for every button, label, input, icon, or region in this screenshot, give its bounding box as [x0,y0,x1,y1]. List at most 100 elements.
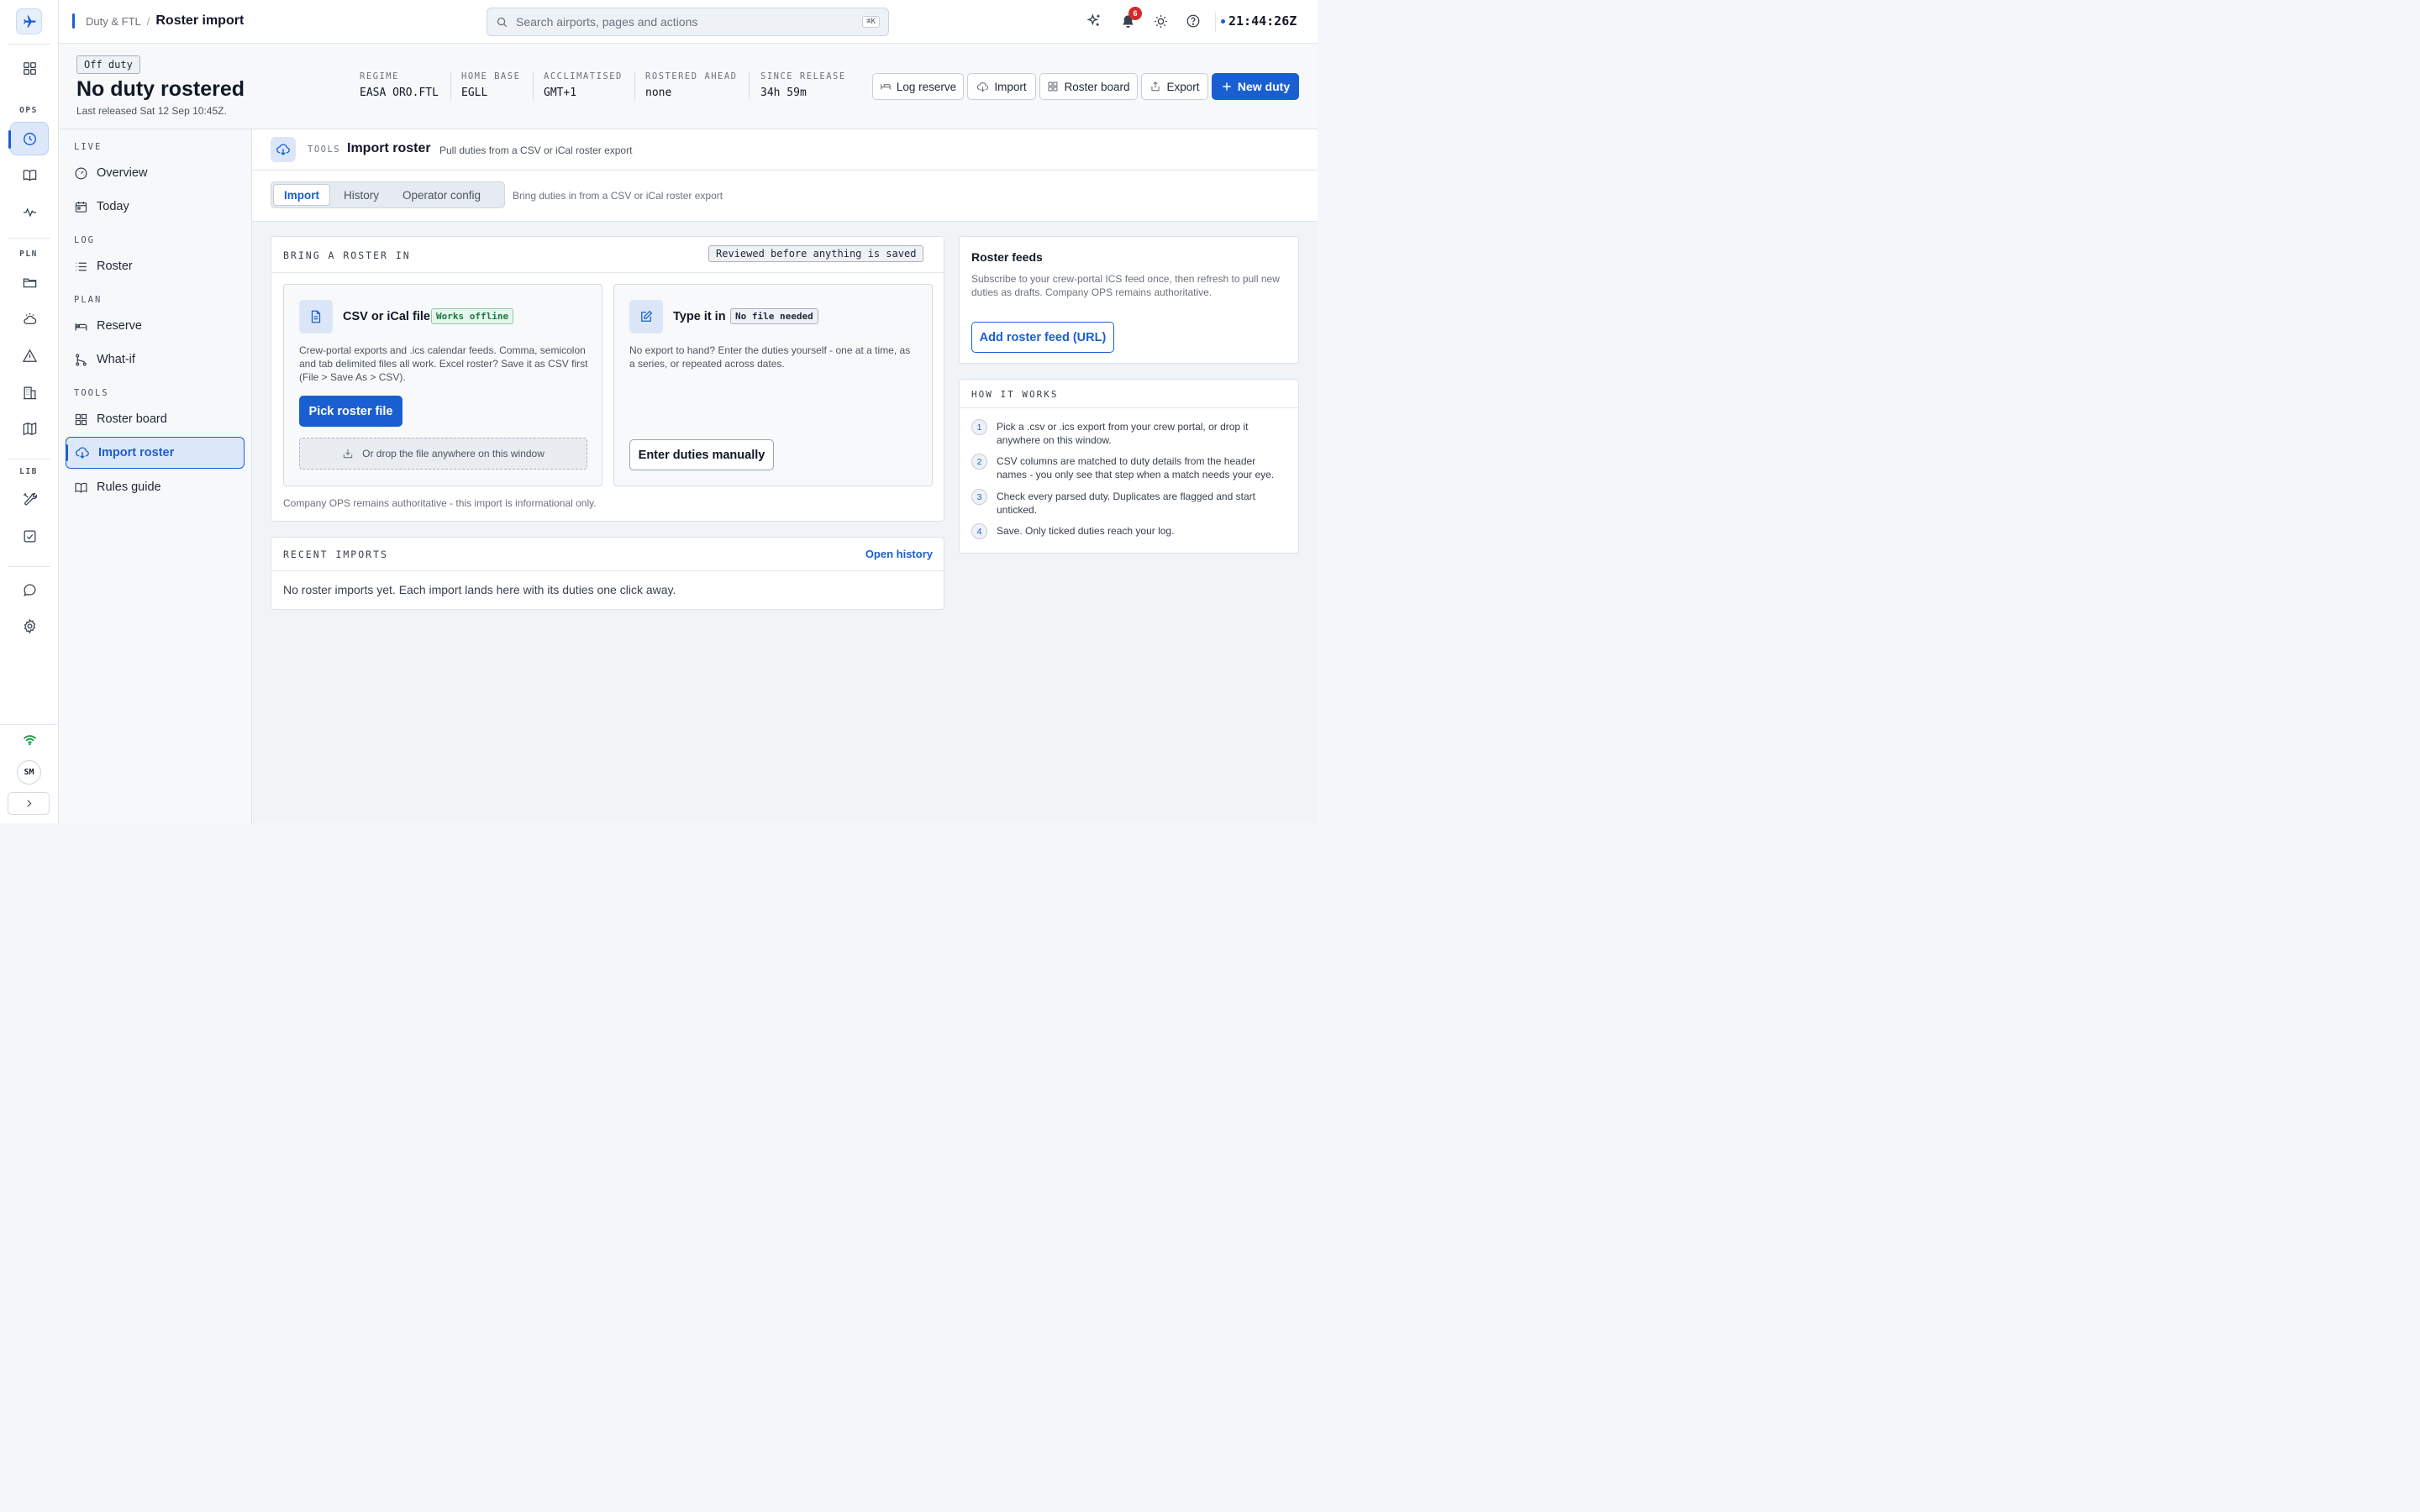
nav-item-rules-guide[interactable]: Rules guide [66,471,245,503]
download-tray-icon [342,448,354,459]
nav-item-label: Roster board [97,412,167,426]
pick-roster-file-button[interactable]: Pick roster file [299,396,402,427]
metric-value: 34h 59m [760,87,807,99]
sparkle-icon[interactable] [1085,12,1103,30]
gauge-icon [74,166,88,181]
metric-value: none [645,87,672,99]
search-input[interactable]: Search airports, pages and actions ⌘K [487,8,889,36]
card-heading: RECENT IMPORTS [283,549,388,560]
gear-icon[interactable] [10,609,49,643]
wifi-icon [10,722,49,756]
last-released-text: Last released Sat 12 Sep 10:45Z. [76,105,227,117]
nav-item-roster-board[interactable]: Roster board [66,403,245,435]
import-button[interactable]: Import [967,73,1036,100]
sun-icon[interactable] [1151,12,1170,30]
bed-icon [880,81,892,92]
branch-icon [74,353,88,367]
card-header: RECENT IMPORTS Open history [271,538,944,571]
upload-icon [1150,81,1161,92]
rail-divider [8,566,50,567]
activity-icon[interactable] [10,195,49,228]
enter-duties-manually-button[interactable]: Enter duties manually [629,439,774,470]
metric-value: GMT+1 [544,87,577,99]
book-icon [74,480,88,495]
cloud-download-icon [976,81,989,93]
page-heading: Import roster [347,141,431,155]
nav-item-label: Overview [97,166,148,180]
breadcrumb-current: Roster import [155,13,245,28]
review-tag: Reviewed before anything is saved [708,245,924,262]
search-shortcut: ⌘K [862,16,880,28]
works-offline-tag: Works offline [431,308,514,324]
roster-feeds-description: Subscribe to your crew-portal ICS feed o… [971,273,1280,298]
nav-item-reserve[interactable]: Reserve [66,310,245,342]
breadcrumb-parent[interactable]: Duty & FTL [86,15,141,28]
clock-divider [1215,12,1216,32]
tab-operator-config[interactable]: Operator config [392,184,491,206]
plane-icon[interactable] [16,8,42,34]
metric-rostered-ahead: ROSTERED AHEAD none [645,71,738,99]
rail-section-lib: LIB [19,467,38,476]
log-reserve-label: Log reserve [896,80,957,93]
grid-icon[interactable] [10,51,49,85]
metric-divider [533,71,534,100]
metric-home-base: HOME BASE EGLL [461,71,520,99]
warning-icon[interactable] [10,339,49,372]
book-icon[interactable] [10,158,49,192]
nav-item-import-roster[interactable]: Import roster [66,437,245,469]
nav-item-roster[interactable]: Roster [66,250,245,282]
top-bar: Duty & FTL / Roster import Search airpor… [59,0,1318,44]
metric-label: ROSTERED AHEAD [645,71,738,81]
section-nav: LIVE Overview Today LOG Roster PLAN Rese… [59,129,252,823]
chat-icon[interactable] [10,573,49,606]
bring-roster-card: BRING A ROSTER IN Reviewed before anythi… [271,236,944,522]
card-header: HOW IT WORKS [960,380,1298,408]
building-icon[interactable] [10,375,49,409]
help-icon[interactable] [1184,12,1202,30]
nav-section-plan: PLAN [74,295,103,305]
rail-section-pln: PLN [19,249,38,259]
nav-item-what-if[interactable]: What-if [66,344,245,375]
step-text: Save. Only ticked duties reach your log. [997,525,1175,537]
weather-icon[interactable] [10,302,49,336]
how-step: 1 Pick a .csv or .ics export from your c… [971,419,1286,447]
map-icon[interactable] [10,412,49,445]
clock-icon[interactable] [8,122,49,155]
log-reserve-button[interactable]: Log reserve [872,73,964,100]
step-number: 2 [971,454,987,470]
nav-item-today[interactable]: Today [66,191,245,223]
rail-divider [8,238,50,239]
step-text: Pick a .csv or .ics export from your cre… [997,421,1249,446]
avatar[interactable]: SM [17,760,41,785]
page-header: TOOLS Import roster Pull duties from a C… [252,129,1318,171]
search-placeholder: Search airports, pages and actions [516,15,698,29]
new-duty-button[interactable]: New duty [1212,73,1299,100]
duty-status-header: Off duty No duty rostered Last released … [59,44,1318,129]
folder-icon[interactable] [10,265,49,299]
open-history-link[interactable]: Open history [865,548,933,560]
drop-zone-label: Or drop the file anywhere on this window [362,448,544,459]
export-label: Export [1166,80,1200,93]
export-button[interactable]: Export [1141,73,1208,100]
tab-import[interactable]: Import [273,184,330,206]
rail-divider [8,44,50,45]
tools-icon[interactable] [10,482,49,516]
how-step: 2 CSV columns are matched to duty detail… [971,454,1286,481]
checkbox-icon[interactable] [10,519,49,553]
search-icon [496,16,508,29]
breadcrumb-accent [72,13,75,29]
metric-label: SINCE RELEASE [760,71,846,81]
list-icon [74,260,88,274]
nav-item-overview[interactable]: Overview [66,157,245,189]
metric-regime: REGIME EASA ORO.FTL [360,71,439,99]
roster-board-button[interactable]: Roster board [1039,73,1138,100]
tab-history[interactable]: History [334,184,389,206]
file-icon [299,300,333,333]
file-drop-zone[interactable]: Or drop the file anywhere on this window [299,438,587,470]
card-heading: BRING A ROSTER IN [283,249,411,261]
nav-item-label: Today [97,200,129,213]
nav-item-label: Import roster [98,446,175,459]
expand-sidebar-button[interactable] [8,792,50,815]
metric-divider [450,71,451,100]
add-roster-feed-button[interactable]: Add roster feed (URL) [971,322,1114,353]
